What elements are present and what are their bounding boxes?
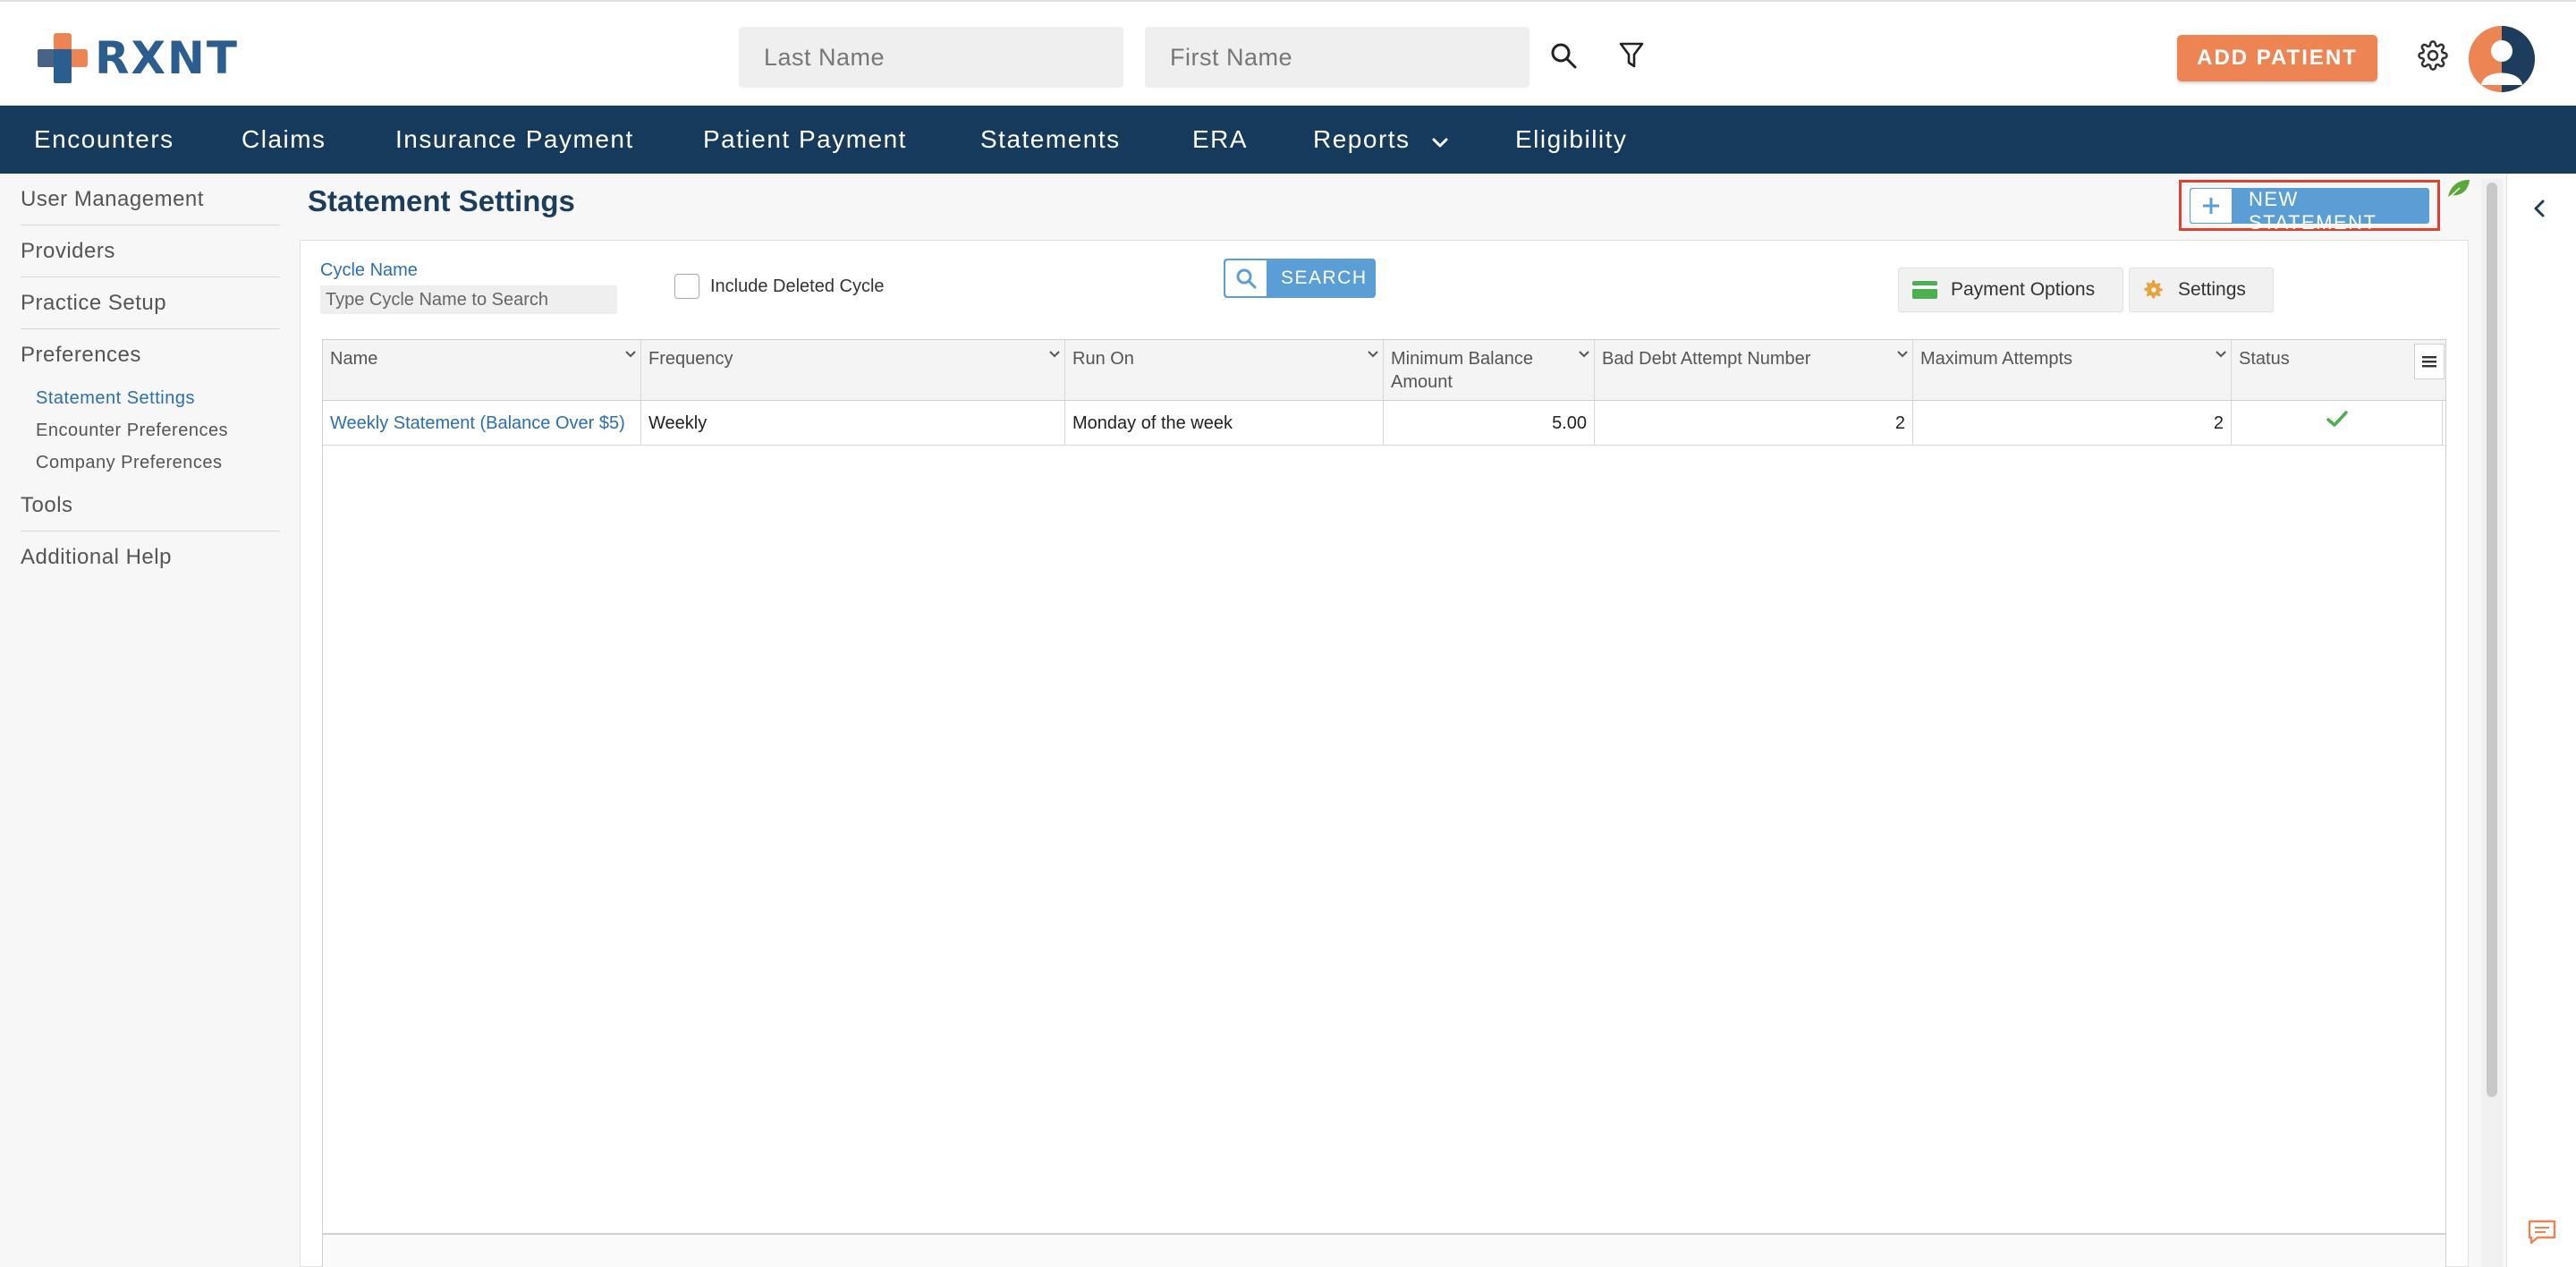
logo-cross-icon bbox=[38, 33, 88, 83]
scrollbar-thumb[interactable] bbox=[2487, 183, 2497, 1097]
column-header-bad-debt-attempt[interactable]: Bad Debt Attempt Number bbox=[1595, 340, 1913, 401]
chevron-left-icon[interactable] bbox=[2532, 199, 2546, 223]
sidebar-item-tools[interactable]: Tools bbox=[21, 493, 280, 518]
cell-bad-debt-attempt: 2 bbox=[1595, 401, 1913, 446]
cycle-name-label: Cycle Name bbox=[320, 260, 418, 280]
sidebar-item-additional-help[interactable]: Additional Help bbox=[21, 545, 280, 570]
payment-options-label: Payment Options bbox=[1951, 279, 2096, 300]
sidebar-subitem-statement-settings[interactable]: Statement Settings bbox=[36, 388, 195, 409]
nav-reports[interactable]: Reports bbox=[1313, 106, 1449, 174]
search-button[interactable]: SEARCH bbox=[1224, 259, 1376, 298]
statement-settings-panel: Cycle Name Include Deleted Cycle SEARCH … bbox=[300, 240, 2469, 1267]
chevron-down-icon[interactable] bbox=[1578, 342, 1590, 365]
avatar[interactable] bbox=[2469, 26, 2535, 92]
table-footer bbox=[322, 1234, 2446, 1267]
column-header-label: Run On bbox=[1072, 349, 1134, 369]
column-header-status[interactable]: Status bbox=[2232, 340, 2411, 401]
table-row[interactable]: Weekly Statement (Balance Over $5) Weekl… bbox=[323, 401, 2445, 446]
new-statement-highlight: NEW STATEMENT bbox=[2179, 180, 2440, 234]
right-rail bbox=[2506, 174, 2576, 1267]
sidebar-item-preferences[interactable]: Preferences bbox=[21, 343, 280, 368]
cycle-name-input[interactable] bbox=[320, 285, 617, 314]
filter-icon[interactable] bbox=[1615, 39, 1648, 72]
cell-name[interactable]: Weekly Statement (Balance Over $5) bbox=[323, 401, 641, 446]
nav-eligibility[interactable]: Eligibility bbox=[1515, 106, 1627, 174]
nav-claims[interactable]: Claims bbox=[242, 106, 326, 174]
chevron-down-icon[interactable] bbox=[1048, 342, 1061, 365]
top-header: RXNT ADD PATIENT bbox=[0, 0, 2576, 106]
chevron-down-icon bbox=[1431, 107, 1449, 175]
nav-reports-label: Reports bbox=[1313, 125, 1411, 153]
settings-button[interactable]: Settings bbox=[2129, 268, 2274, 312]
column-header-label: Status bbox=[2239, 349, 2290, 369]
search-button-label: SEARCH bbox=[1281, 268, 1368, 288]
column-header-label: Maximum Attempts bbox=[1920, 349, 2073, 369]
cell-minimum-balance: 5.00 bbox=[1384, 401, 1595, 446]
chevron-down-icon[interactable] bbox=[624, 342, 637, 365]
sidebar-subitem-company-preferences[interactable]: Company Preferences bbox=[36, 453, 222, 473]
new-statement-button[interactable]: NEW STATEMENT bbox=[2190, 188, 2429, 234]
page-title: Statement Settings bbox=[308, 184, 575, 217]
sidebar-divider bbox=[21, 328, 280, 329]
nav-encounters[interactable]: Encounters bbox=[34, 106, 174, 174]
last-name-input[interactable] bbox=[739, 27, 1123, 88]
include-deleted-label: Include Deleted Cycle bbox=[710, 276, 885, 296]
check-icon bbox=[2326, 401, 2349, 446]
column-header-run-on[interactable]: Run On bbox=[1065, 340, 1384, 401]
main-nav: Encounters Claims Insurance Payment Pati… bbox=[0, 106, 2576, 174]
chat-icon[interactable] bbox=[2527, 1219, 2557, 1250]
column-header-maximum-attempts[interactable]: Maximum Attempts bbox=[1913, 340, 2232, 401]
column-header-label: Minimum Balance Amount bbox=[1391, 349, 1533, 392]
sidebar-subitem-encounter-preferences[interactable]: Encounter Preferences bbox=[36, 421, 228, 441]
sidebar-item-user-management[interactable]: User Management bbox=[21, 187, 280, 212]
cell-status bbox=[2232, 401, 2443, 446]
cell-run-on: Monday of the week bbox=[1065, 401, 1384, 446]
column-header-label: Frequency bbox=[648, 349, 733, 369]
payment-options-button[interactable]: Payment Options bbox=[1898, 268, 2123, 312]
vertical-scrollbar[interactable] bbox=[2481, 179, 2503, 1267]
credit-card-icon bbox=[1911, 280, 1938, 300]
left-sidebar: User Management Providers Practice Setup… bbox=[0, 174, 295, 1267]
logo-text: RXNT bbox=[95, 32, 240, 84]
chevron-down-icon[interactable] bbox=[1896, 342, 1909, 365]
plus-icon bbox=[2190, 189, 2232, 223]
column-header-name[interactable]: Name bbox=[323, 340, 641, 401]
nav-era[interactable]: ERA bbox=[1192, 106, 1248, 174]
chevron-down-icon[interactable] bbox=[1367, 342, 1379, 365]
add-patient-button[interactable]: ADD PATIENT bbox=[2177, 35, 2377, 81]
new-statement-label: NEW STATEMENT bbox=[2249, 188, 2377, 234]
table-header: Name Frequency Run On Minimum Balance Am… bbox=[323, 340, 2445, 401]
first-name-input[interactable] bbox=[1145, 27, 1530, 88]
cell-maximum-attempts: 2 bbox=[1913, 401, 2232, 446]
search-icon[interactable] bbox=[1547, 39, 1580, 72]
nav-insurance-payment[interactable]: Insurance Payment bbox=[395, 106, 634, 174]
sidebar-divider bbox=[21, 276, 280, 277]
sidebar-item-practice-setup[interactable]: Practice Setup bbox=[21, 291, 280, 316]
chevron-down-icon[interactable] bbox=[2215, 342, 2227, 365]
rxnt-logo[interactable]: RXNT bbox=[34, 29, 239, 88]
column-header-frequency[interactable]: Frequency bbox=[641, 340, 1065, 401]
gear-icon bbox=[2142, 278, 2165, 302]
column-header-label: Bad Debt Attempt Number bbox=[1602, 349, 1811, 369]
column-header-label: Name bbox=[330, 349, 378, 369]
settings-label: Settings bbox=[2178, 279, 2246, 300]
cell-frequency: Weekly bbox=[641, 401, 1065, 446]
main-content: Statement Settings NEW STATEMENT Cycle N… bbox=[295, 174, 2506, 1267]
column-header-minimum-balance[interactable]: Minimum Balance Amount bbox=[1384, 340, 1595, 401]
nav-statements[interactable]: Statements bbox=[980, 106, 1121, 174]
column-menu-icon[interactable] bbox=[2414, 344, 2445, 379]
search-icon bbox=[1225, 260, 1267, 296]
gear-icon[interactable] bbox=[2415, 38, 2451, 73]
sidebar-item-providers[interactable]: Providers bbox=[21, 239, 280, 264]
statement-cycles-table: Name Frequency Run On Minimum Balance Am… bbox=[322, 339, 2446, 1234]
leaf-icon bbox=[2445, 177, 2472, 205]
nav-patient-payment[interactable]: Patient Payment bbox=[703, 106, 907, 174]
include-deleted-checkbox[interactable] bbox=[674, 274, 699, 299]
